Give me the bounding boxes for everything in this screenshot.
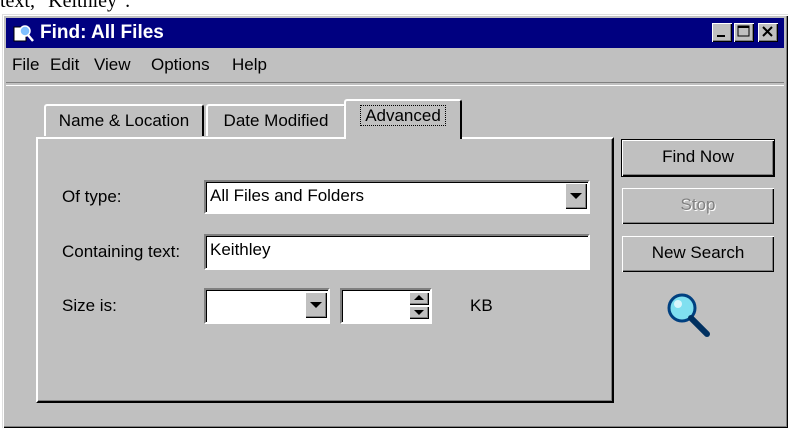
tab-label: Name & Location xyxy=(58,111,190,130)
spin-up-icon[interactable] xyxy=(409,292,429,305)
tab-advanced[interactable]: Advanced xyxy=(344,99,462,139)
size-mode-select[interactable] xyxy=(204,288,330,324)
background-text: text, "Keithley". xyxy=(0,0,131,12)
find-now-button[interactable]: Find Now xyxy=(621,139,775,177)
minimize-icon xyxy=(717,35,725,37)
tab-label: Advanced xyxy=(360,105,446,126)
menu-edit[interactable]: Edit xyxy=(50,55,79,75)
tab-date-modified[interactable]: Date Modified xyxy=(206,104,346,136)
size-amount-stepper[interactable] xyxy=(340,288,432,324)
size-unit-label: KB xyxy=(470,296,493,315)
advanced-panel xyxy=(36,137,614,403)
menu-help[interactable]: Help xyxy=(232,55,267,75)
menu-separator xyxy=(6,82,784,86)
maximize-icon xyxy=(737,25,750,37)
minimize-button[interactable] xyxy=(712,23,732,42)
menu-bar: File Edit View Options Help xyxy=(6,52,784,80)
of-type-value: All Files and Folders xyxy=(210,186,365,205)
chevron-down-icon[interactable] xyxy=(565,183,587,209)
close-button[interactable] xyxy=(758,23,778,42)
chevron-down-icon[interactable] xyxy=(305,292,327,318)
new-search-button[interactable]: New Search xyxy=(622,236,774,272)
find-files-icon xyxy=(13,25,34,42)
containing-text-value: Keithley xyxy=(210,240,271,259)
of-type-label: Of type: xyxy=(62,187,122,206)
menu-view[interactable]: View xyxy=(94,55,131,75)
menu-options[interactable]: Options xyxy=(151,55,210,75)
window-title: Find: All Files xyxy=(40,22,164,43)
tab-label: Date Modified xyxy=(223,111,329,130)
tab-name-location[interactable]: Name & Location xyxy=(44,104,204,136)
of-type-select[interactable]: All Files and Folders xyxy=(204,180,590,214)
menu-file[interactable]: File xyxy=(12,55,39,75)
containing-text-input[interactable]: Keithley xyxy=(204,234,590,270)
containing-text-label: Containing text: xyxy=(62,242,181,261)
close-icon xyxy=(762,26,773,37)
stop-button[interactable]: Stop xyxy=(622,188,774,224)
title-bar[interactable]: Find: All Files xyxy=(6,18,784,48)
maximize-button[interactable] xyxy=(734,23,754,42)
spin-down-icon[interactable] xyxy=(409,306,429,319)
size-label: Size is: xyxy=(62,296,117,315)
magnifying-glass-icon xyxy=(667,293,710,337)
